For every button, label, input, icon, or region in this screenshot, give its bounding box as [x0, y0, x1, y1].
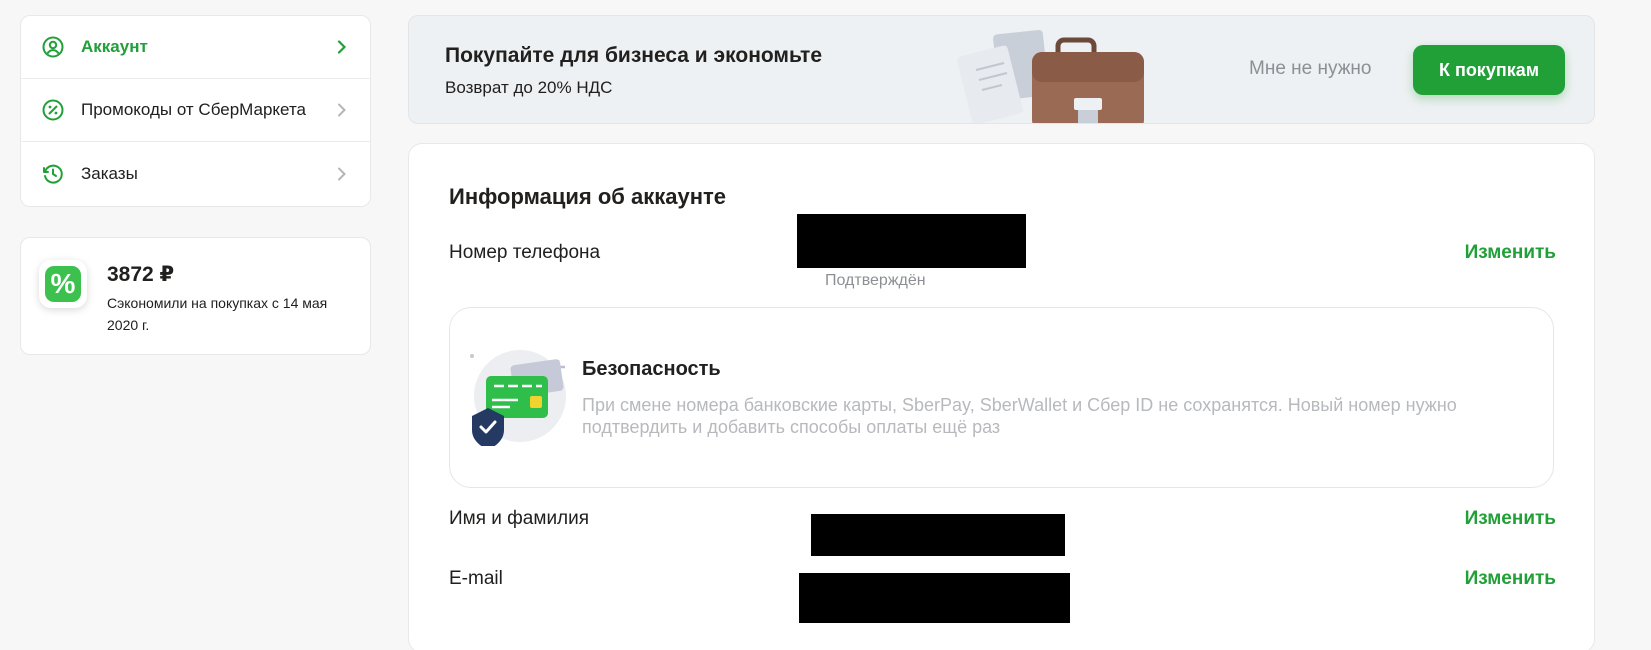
sidebar-item-label: Аккаунт: [81, 37, 148, 56]
sidebar-item-label: Заказы: [81, 163, 138, 183]
chevron-right-icon: [334, 102, 350, 118]
card-shield-icon: [470, 350, 566, 446]
sidebar-item-label: Промокоды от СберМаркета: [81, 100, 306, 119]
edit-email-button[interactable]: Изменить: [1465, 568, 1556, 590]
edit-phone-button[interactable]: Изменить: [1465, 242, 1556, 264]
business-banner: Покупайте для бизнеса и экономьте Возвра…: [408, 15, 1595, 124]
savings-amount: 3872 ₽: [107, 263, 175, 286]
sidebar-item-account[interactable]: Аккаунт: [21, 16, 370, 79]
security-title: Безопасность: [582, 358, 721, 380]
banner-subtitle: Возврат до 20% НДС: [445, 78, 613, 97]
account-sidebar: Аккаунт Промокоды от СберМаркета Заказы: [20, 15, 371, 207]
name-label: Имя и фамилия: [449, 508, 590, 529]
percent-icon: %: [45, 266, 81, 302]
edit-name-button[interactable]: Изменить: [1465, 508, 1556, 530]
phone-label: Номер телефона: [449, 242, 601, 263]
security-notice: Безопасность При смене номера банковские…: [449, 307, 1554, 488]
sidebar-item-promocodes[interactable]: Промокоды от СберМаркета: [21, 79, 370, 142]
user-circle-icon: [41, 35, 65, 59]
email-value-redacted: [799, 573, 1070, 623]
phone-value-redacted: [797, 214, 1026, 268]
banner-title: Покупайте для бизнеса и экономьте: [445, 44, 822, 67]
savings-badge: %: [39, 260, 87, 308]
email-label: E-mail: [449, 568, 503, 589]
percent-circle-icon: [41, 98, 65, 122]
savings-description: Сэкономили на покупках с 14 мая 2020 г.: [107, 295, 328, 333]
security-description: При смене номера банковские карты, SberP…: [582, 395, 1457, 437]
chevron-right-icon: [334, 166, 350, 182]
name-value-redacted: [811, 514, 1065, 556]
briefcase-documents-illustration: [957, 29, 1144, 123]
dismiss-button[interactable]: Мне не нужно: [1249, 58, 1371, 80]
savings-card: % 3872 ₽ Сэкономили на покупках с 14 мая…: [20, 237, 371, 355]
phone-status: Подтверждён: [825, 272, 926, 289]
history-icon: [41, 162, 65, 186]
chevron-right-icon: [334, 39, 350, 55]
sidebar-item-orders[interactable]: Заказы: [21, 142, 370, 205]
page-title: Информация об аккаунте: [449, 184, 727, 209]
shop-button[interactable]: К покупкам: [1413, 45, 1565, 95]
account-info-card: Информация об аккаунте Номер телефона Из…: [408, 143, 1595, 650]
